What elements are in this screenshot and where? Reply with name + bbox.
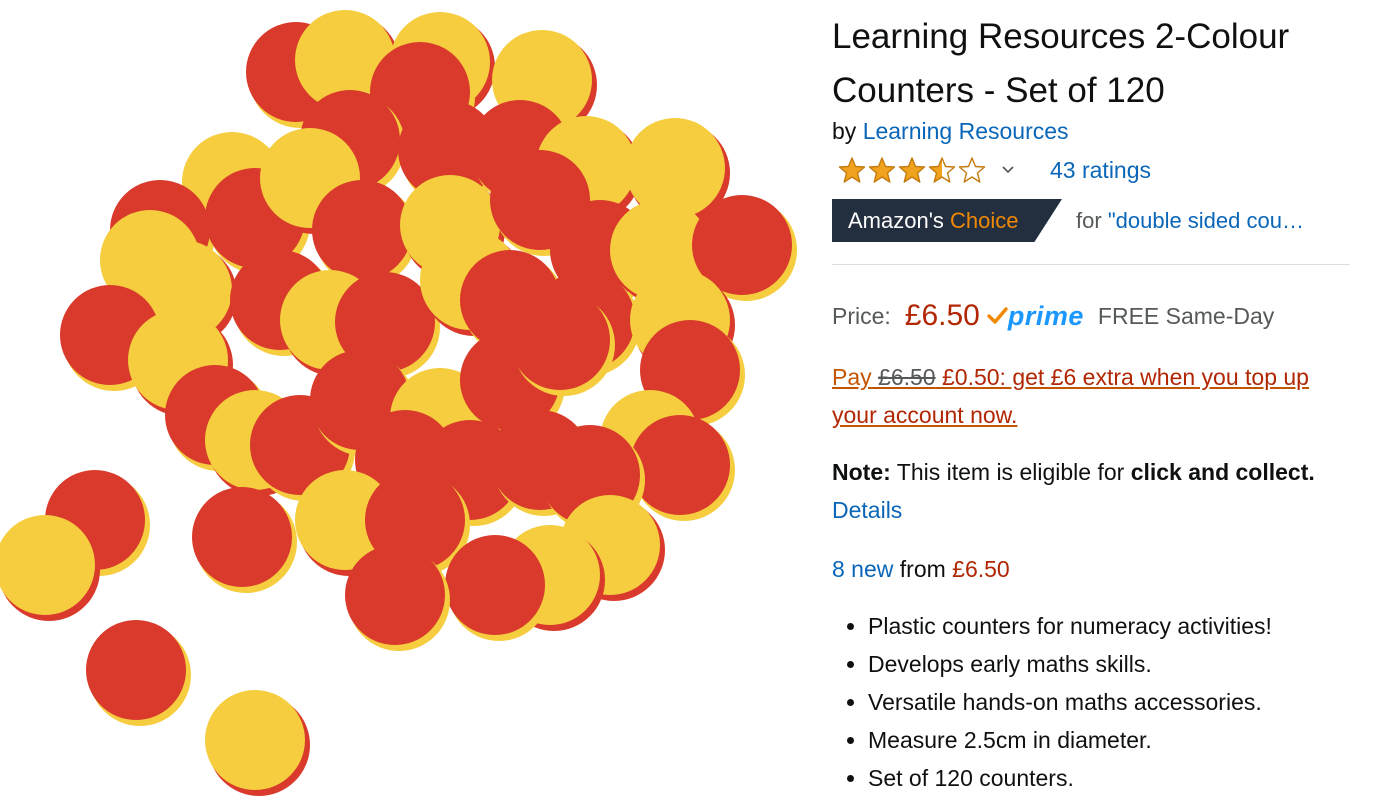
feature-bullet: Set of 120 counters. xyxy=(868,759,1272,797)
amazons-choice-badge: Amazon's Choice xyxy=(832,199,1062,242)
offers-price: £6.50 xyxy=(952,556,1010,582)
price-label: Price: xyxy=(832,302,891,329)
click-collect-note: Note: This item is eligible for click an… xyxy=(832,453,1352,529)
star-icon xyxy=(958,157,986,183)
red-counter xyxy=(192,487,297,593)
price-value: £6.50 xyxy=(904,299,980,332)
note-text: This item is eligible for xyxy=(896,459,1125,485)
rating-row: 43 ratings xyxy=(838,150,1151,190)
feature-bullet: Versatile hands-on maths accessories. xyxy=(868,683,1272,721)
details-link[interactable]: Details xyxy=(832,497,902,523)
choice-for: for "double sided cou… xyxy=(1076,208,1304,234)
note-bold: click and collect. xyxy=(1130,459,1315,485)
prime-badge[interactable]: prime xyxy=(986,301,1084,332)
red-counter xyxy=(630,415,735,521)
amazons-choice-row: Amazon's Choice for "double sided cou… xyxy=(832,199,1304,242)
product-title: Learning Resources 2-Colour Counters - S… xyxy=(832,17,1290,110)
brand-link[interactable]: Learning Resources xyxy=(863,118,1069,144)
delivery-text: FREE Same-Day xyxy=(1097,302,1275,329)
star-icon xyxy=(838,157,866,183)
chevron-down-icon[interactable] xyxy=(1000,162,1016,178)
ratings-link[interactable]: 43 ratings xyxy=(1050,157,1151,184)
star-icon xyxy=(928,157,956,183)
note-label: Note: xyxy=(832,459,891,485)
badge-first: Amazon's xyxy=(848,207,944,233)
star-icon xyxy=(868,157,896,183)
badge-second: Choice xyxy=(950,207,1019,233)
prime-label: prime xyxy=(1007,300,1084,331)
feature-bullet: Measure 2.5cm in diameter. xyxy=(868,721,1272,759)
offers-from: from xyxy=(899,556,946,582)
feature-bullet: Develops early maths skills. xyxy=(868,645,1272,683)
yellow-counter xyxy=(205,690,310,796)
choice-query-link[interactable]: "double sided cou… xyxy=(1108,208,1304,233)
star-rating[interactable] xyxy=(838,156,986,184)
new-offers-link[interactable]: 8 new xyxy=(832,556,893,582)
byline: by Learning Resources xyxy=(832,116,1069,146)
product-image[interactable] xyxy=(0,0,810,800)
prime-check-icon xyxy=(987,307,1008,324)
choice-for-prefix: for xyxy=(1076,207,1102,233)
divider xyxy=(832,264,1350,265)
red-counter xyxy=(86,620,191,726)
topup-pay: Pay xyxy=(832,364,872,390)
topup-old-price: £6.50 xyxy=(878,364,936,390)
feature-bullet: Plastic counters for numeracy activities… xyxy=(868,607,1272,645)
star-icon xyxy=(898,157,926,183)
by-prefix: by xyxy=(832,118,857,144)
new-offers: 8 new from £6.50 xyxy=(832,550,1010,588)
feature-bullets: Plastic counters for numeracy activities… xyxy=(832,607,1272,797)
price-row: Price: £6.50 prime FREE Same-Day xyxy=(832,288,1274,344)
topup-offer-link[interactable]: Pay £6.50 £0.50: get £6 extra when you t… xyxy=(832,358,1352,434)
